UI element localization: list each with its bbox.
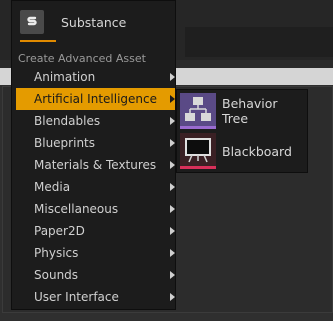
- submenu-item-label: Blackboard: [222, 143, 292, 159]
- menu-item-label: Sounds: [34, 268, 79, 282]
- submenu-item-blackboard[interactable]: Blackboard: [180, 133, 305, 169]
- chevron-right-icon: [170, 205, 175, 213]
- ai-submenu: Behavior Tree Blackboard: [176, 89, 308, 173]
- menu-item-paper2d[interactable]: Paper2D: [16, 220, 175, 242]
- menu-item-label: Physics: [34, 246, 79, 260]
- chevron-right-icon: [170, 227, 175, 235]
- chevron-right-icon: [170, 95, 175, 103]
- chevron-right-icon: [170, 161, 175, 169]
- active-indicator: [20, 40, 56, 42]
- chevron-right-icon: [170, 139, 175, 147]
- menu-item-animation[interactable]: Animation: [16, 66, 175, 88]
- create-asset-menu: Substance Create Advanced Asset Animatio…: [11, 0, 176, 310]
- editor-header-panel: [185, 27, 333, 57]
- menu-item-label: Artificial Intelligence: [34, 92, 157, 106]
- behavior-tree-icon: [180, 93, 216, 129]
- chevron-right-icon: [170, 249, 175, 257]
- menu-item-media[interactable]: Media: [16, 176, 175, 198]
- category-list: Animation Artificial Intelligence Blenda…: [16, 66, 175, 308]
- menu-item-sounds[interactable]: Sounds: [16, 264, 175, 286]
- menu-item-physics[interactable]: Physics: [16, 242, 175, 264]
- menu-item-blendables[interactable]: Blendables: [16, 110, 175, 132]
- substance-icon: [20, 10, 44, 34]
- menu-item-artificial-intelligence[interactable]: Artificial Intelligence: [16, 88, 175, 110]
- menu-item-label: Media: [34, 180, 71, 194]
- menu-item-miscellaneous[interactable]: Miscellaneous: [16, 198, 175, 220]
- menu-item-materials-textures[interactable]: Materials & Textures: [16, 154, 175, 176]
- menu-item-label: User Interface: [34, 290, 119, 304]
- chevron-right-icon: [170, 183, 175, 191]
- chevron-right-icon: [170, 293, 175, 301]
- section-header: Create Advanced Asset: [18, 52, 146, 65]
- chevron-right-icon: [170, 73, 175, 81]
- menu-item-label: Blueprints: [34, 136, 96, 150]
- chevron-right-icon: [170, 117, 175, 125]
- menu-item-label: Paper2D: [34, 224, 85, 238]
- menu-item-label: Miscellaneous: [34, 202, 119, 216]
- blackboard-icon: [180, 133, 216, 169]
- menu-item-label: Materials & Textures: [34, 158, 157, 172]
- menu-item-label: Animation: [34, 70, 96, 84]
- menu-item-blueprints[interactable]: Blueprints: [16, 132, 175, 154]
- menu-item-label: Blendables: [34, 114, 101, 128]
- submenu-item-label: Behavior Tree: [222, 96, 278, 126]
- substance-label: Substance: [61, 14, 127, 30]
- submenu-item-behavior-tree[interactable]: Behavior Tree: [180, 93, 305, 129]
- menu-item-user-interface[interactable]: User Interface: [16, 286, 175, 308]
- chevron-right-icon: [170, 271, 175, 279]
- substance-menu-item[interactable]: Substance: [20, 7, 135, 42]
